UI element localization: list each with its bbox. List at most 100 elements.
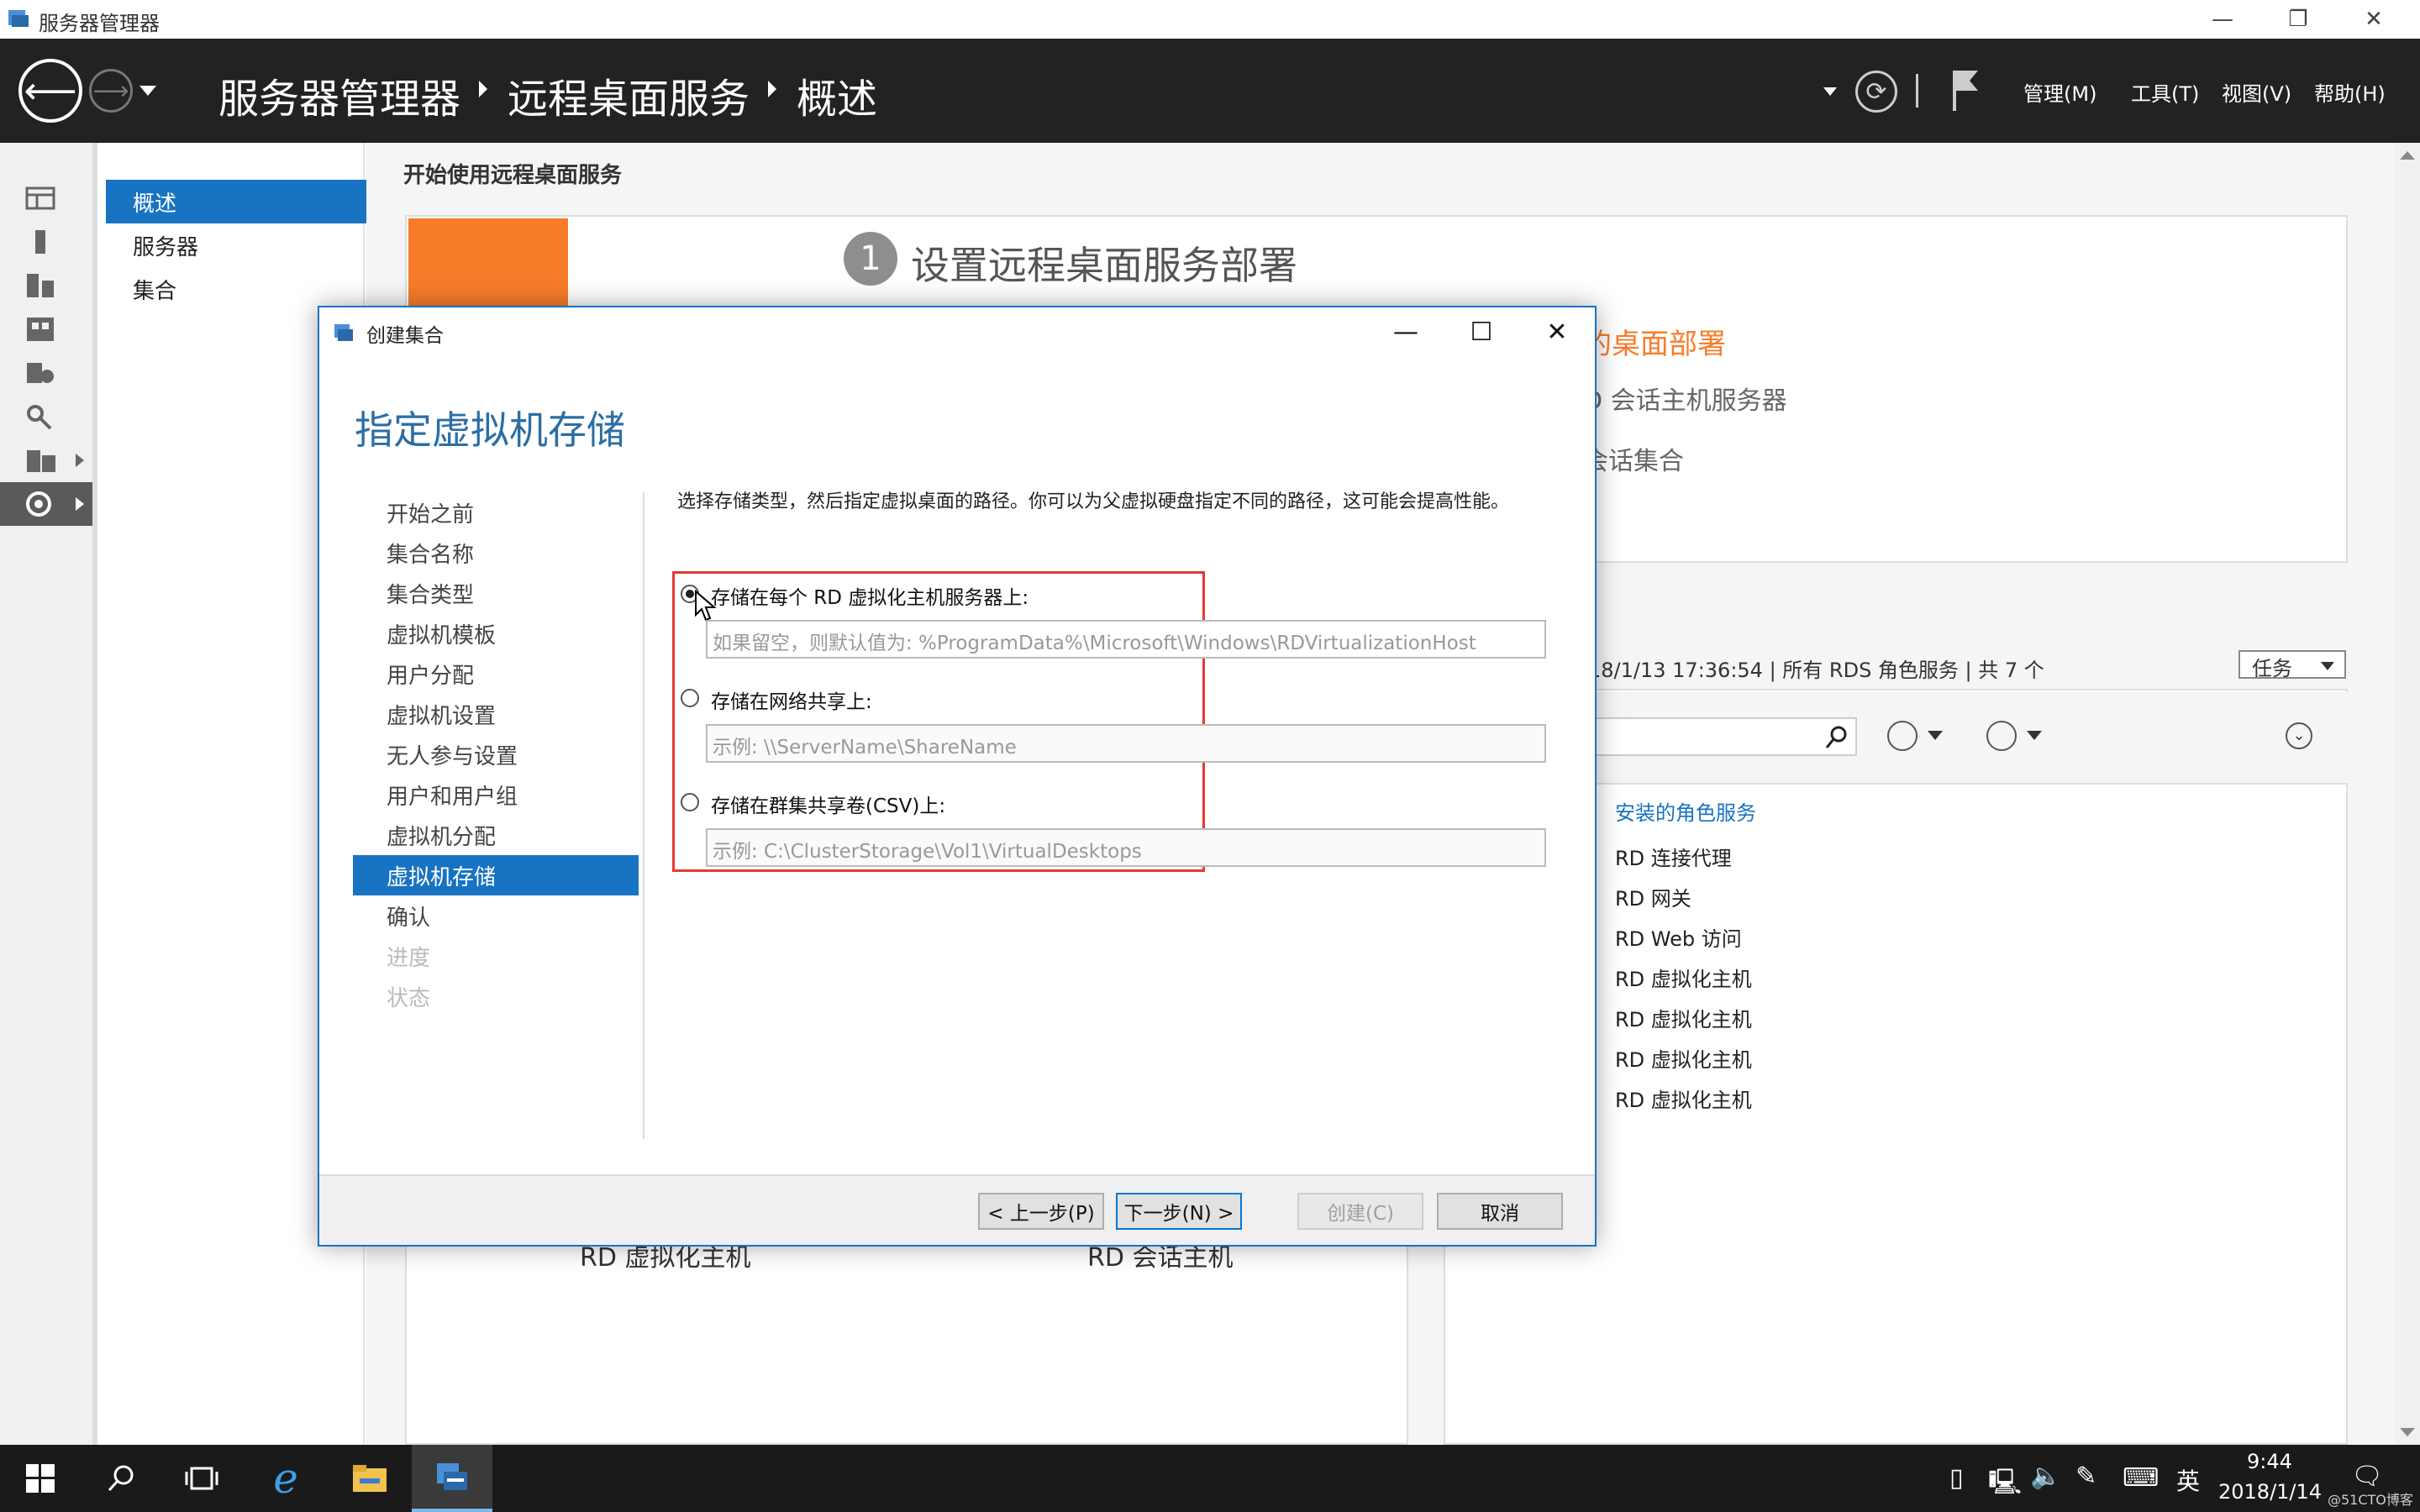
wizard-step[interactable]: 虚拟机设置 xyxy=(353,694,639,734)
option-network-share-label[interactable]: 存储在网络共享上: xyxy=(711,685,872,714)
menu-manage[interactable]: 管理(M) xyxy=(2023,77,2096,107)
restore-button[interactable]: ❐ xyxy=(2260,0,2336,39)
wizard-step[interactable]: 虚拟机分配 xyxy=(353,815,639,855)
usb-icon[interactable]: ▯ xyxy=(1949,1463,1964,1493)
wizard-step[interactable]: 集合类型 xyxy=(353,573,639,613)
network-icon[interactable]: 🖳 xyxy=(1988,1463,2022,1506)
list-options-icon[interactable] xyxy=(1887,721,1918,751)
file-explorer-icon[interactable] xyxy=(329,1445,410,1512)
history-dropdown-icon[interactable] xyxy=(139,86,156,96)
wizard-step[interactable]: 用户和用户组 xyxy=(353,774,639,815)
option-network-share-radio[interactable] xyxy=(681,689,699,707)
server-manager-icon xyxy=(8,10,29,27)
next-button[interactable]: 下一步(N) > xyxy=(1116,1193,1242,1230)
clock-time[interactable]: 9:44 xyxy=(2247,1450,2292,1473)
wizard-step[interactable]: 开始之前 xyxy=(353,492,639,533)
menu-view[interactable]: 视图(V) xyxy=(2222,77,2291,107)
nav-item-collections[interactable]: 集合 xyxy=(106,267,366,311)
taskbar: e ▯ 🖳 🔈 ✎ ⌨ 英 9:44 2018/1/14 🗨 @51CTO博客 xyxy=(0,1445,2420,1512)
keyboard-icon[interactable]: ⌨ xyxy=(2123,1463,2159,1493)
dialog-title: 创建集合 xyxy=(366,325,444,347)
option-csv-radio[interactable] xyxy=(681,793,699,811)
dialog-minimize-button[interactable]: — xyxy=(1368,307,1444,356)
scroll-down-icon[interactable] xyxy=(2400,1428,2415,1436)
scroll-up-icon[interactable] xyxy=(2400,151,2415,160)
breadcrumb-server-manager[interactable]: 服务器管理器 xyxy=(218,66,460,124)
tools-icon[interactable] xyxy=(0,395,92,438)
menu-help[interactable]: 帮助(H) xyxy=(2314,77,2386,107)
local-storage-path-input[interactable]: 如果留空，则默认值为: %ProgramData%\Microsoft\Wind… xyxy=(706,620,1546,659)
vertical-scrollbar[interactable] xyxy=(2395,143,2420,1445)
deployment-link[interactable]: 的桌面部署 xyxy=(1583,321,1726,362)
nav-item-overview[interactable]: 概述 xyxy=(106,180,366,223)
remote-desktop-services-icon[interactable] xyxy=(0,482,92,526)
previous-button[interactable]: < 上一步(P) xyxy=(978,1193,1104,1230)
local-server-icon[interactable] xyxy=(0,220,92,264)
wizard-step-current[interactable]: 虚拟机存储 xyxy=(353,855,639,895)
servers-info: 18/1/13 17:36:54 | 所有 RDS 角色服务 | 共 7 个 xyxy=(1588,659,2044,682)
menu-tools[interactable]: 工具(T) xyxy=(2131,77,2199,107)
dashboard-icon[interactable] xyxy=(0,176,92,220)
close-button[interactable]: ✕ xyxy=(2336,0,2412,39)
breadcrumb-separator-icon xyxy=(768,81,776,97)
wizard-step[interactable]: 用户分配 xyxy=(353,654,639,694)
role-row: RD 虚拟化主机 xyxy=(1615,968,1752,991)
roles-column-header[interactable]: 安装的角色服务 xyxy=(1615,796,1756,826)
refresh-dropdown-icon[interactable] xyxy=(1823,87,1837,96)
section-title: 开始使用远程桌面服务 xyxy=(403,163,623,188)
tasks-dropdown[interactable]: 任务 xyxy=(2238,650,2346,680)
windows-start-icon[interactable] xyxy=(0,1445,81,1512)
back-arrow-icon[interactable]: ⟵ xyxy=(18,59,82,123)
dialog-description: 选择存储类型，然后指定虚拟桌面的路径。你可以为父虚拟硬盘指定不同的路径，这可能会… xyxy=(677,491,1510,512)
nav-item-servers[interactable]: 服务器 xyxy=(106,223,366,267)
wizard-step[interactable]: 虚拟机模板 xyxy=(353,613,639,654)
chevron-down-icon[interactable] xyxy=(2027,731,2042,740)
server-manager-icon xyxy=(334,324,353,341)
session-host-text: D 会话主机服务器 xyxy=(1583,386,1787,416)
volume-muted-icon[interactable]: 🔈 xyxy=(2030,1462,2061,1491)
app-header: ⟵ ⟶ 服务器管理器 远程桌面服务 概述 ⟳ 管理(M) 工具(T) 视图(V)… xyxy=(0,39,2420,143)
refresh-icon[interactable]: ⟳ xyxy=(1855,71,1897,113)
server-manager-taskbar-icon[interactable] xyxy=(412,1445,492,1512)
chevron-down-icon[interactable] xyxy=(1928,731,1943,740)
pen-icon[interactable]: ✎ xyxy=(2075,1462,2096,1491)
dialog-maximize-button[interactable]: ☐ xyxy=(1444,307,1519,356)
wizard-step[interactable]: 无人参与设置 xyxy=(353,734,639,774)
step-divider xyxy=(643,492,644,1139)
clock-date[interactable]: 2018/1/14 xyxy=(2218,1480,2322,1504)
internet-explorer-icon[interactable]: e xyxy=(245,1445,326,1512)
minimize-button[interactable]: — xyxy=(2185,0,2260,39)
notification-icon[interactable]: 🗨 xyxy=(2351,1462,2383,1491)
forward-arrow-icon[interactable]: ⟶ xyxy=(89,69,133,113)
option-local-storage-label[interactable]: 存储在每个 RD 虚拟化主机服务器上: xyxy=(711,581,1028,610)
role-row: RD Web 访问 xyxy=(1615,927,1742,951)
session-collection-text: 会话集合 xyxy=(1583,447,1684,476)
wizard-step[interactable]: 确认 xyxy=(353,895,639,936)
role-row: RD 网关 xyxy=(1615,887,1691,911)
create-button: 创建(C) xyxy=(1297,1193,1423,1230)
save-query-icon[interactable] xyxy=(1986,721,2017,751)
role-row: RD 虚拟化主机 xyxy=(1615,1089,1752,1112)
search-icon[interactable] xyxy=(81,1445,161,1512)
expand-icon[interactable]: ⌄ xyxy=(2286,722,2312,749)
breadcrumb-separator-icon xyxy=(479,81,487,97)
breadcrumb-rds[interactable]: 远程桌面服务 xyxy=(508,66,750,124)
network-share-path-input[interactable]: 示例: \\ServerName\ShareName xyxy=(706,724,1546,763)
dialog-titlebar: 创建集合 — ☐ ✕ xyxy=(319,307,1595,356)
dialog-close-button[interactable]: ✕ xyxy=(1519,307,1595,356)
search-icon[interactable] xyxy=(1823,724,1850,751)
task-view-icon[interactable] xyxy=(161,1445,242,1512)
flag-icon[interactable] xyxy=(1949,67,1983,114)
option-csv-label[interactable]: 存储在群集共享卷(CSV)上: xyxy=(711,790,945,818)
ime-indicator[interactable]: 英 xyxy=(2176,1463,2200,1497)
watermark: @51CTO博客 xyxy=(2328,1492,2413,1508)
cancel-button[interactable]: 取消 xyxy=(1437,1193,1563,1230)
wizard-step[interactable]: 集合名称 xyxy=(353,533,639,573)
print-services-icon[interactable] xyxy=(0,438,92,482)
create-collection-dialog: 创建集合 — ☐ ✕ 指定虚拟机存储 开始之前 集合名称 集合类型 虚拟机模板 … xyxy=(318,306,1597,1247)
all-servers-icon[interactable] xyxy=(0,264,92,307)
csv-path-input[interactable]: 示例: C:\ClusterStorage\Vol1\VirtualDeskto… xyxy=(706,828,1546,867)
file-storage-icon[interactable] xyxy=(0,307,92,351)
iis-icon[interactable] xyxy=(0,351,92,395)
header-divider xyxy=(1916,74,1918,108)
